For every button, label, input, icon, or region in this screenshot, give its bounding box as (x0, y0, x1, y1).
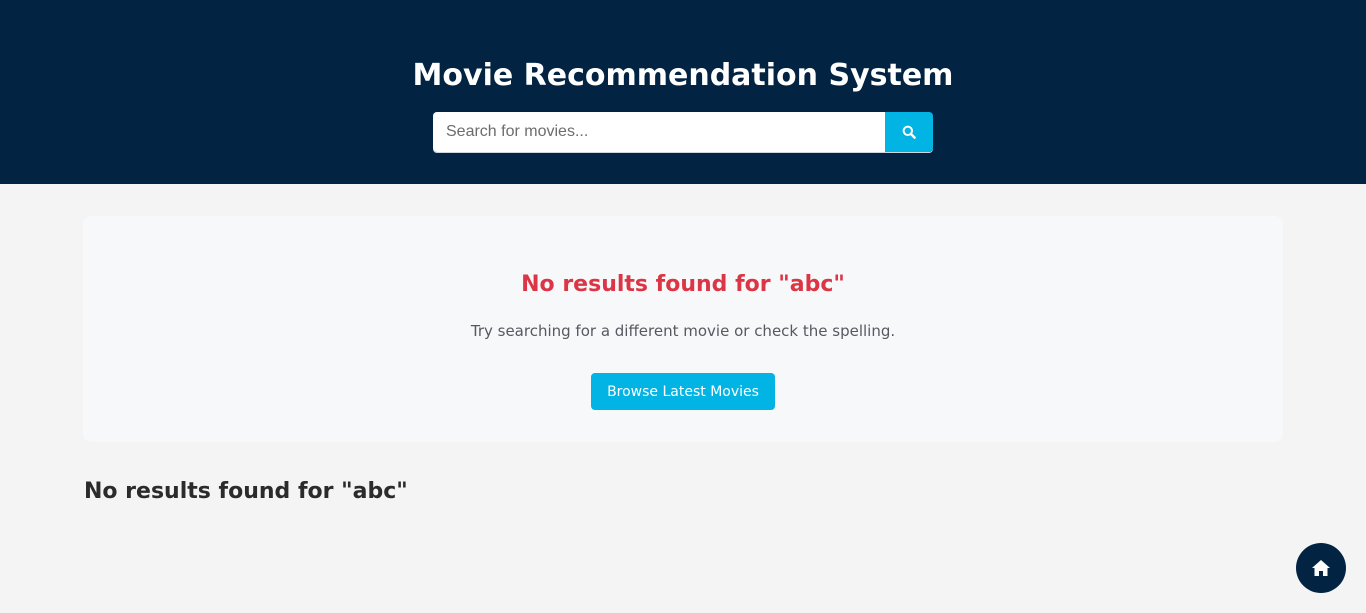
no-results-heading: No results found for "abc" (521, 272, 845, 297)
search-bar (433, 112, 933, 152)
page-title: Movie Recommendation System (412, 58, 954, 93)
no-results-card: No results found for "abc" Try searching… (83, 216, 1283, 442)
home-icon (1312, 560, 1330, 576)
browse-latest-movies-button[interactable]: Browse Latest Movies (591, 373, 775, 410)
results-heading: No results found for "abc" (84, 479, 408, 504)
site-header: Movie Recommendation System (0, 0, 1366, 184)
search-input[interactable] (433, 112, 885, 152)
home-button[interactable] (1296, 543, 1346, 593)
no-results-message: Try searching for a different movie or c… (470, 322, 896, 340)
search-icon (902, 125, 916, 139)
search-button[interactable] (885, 112, 933, 152)
